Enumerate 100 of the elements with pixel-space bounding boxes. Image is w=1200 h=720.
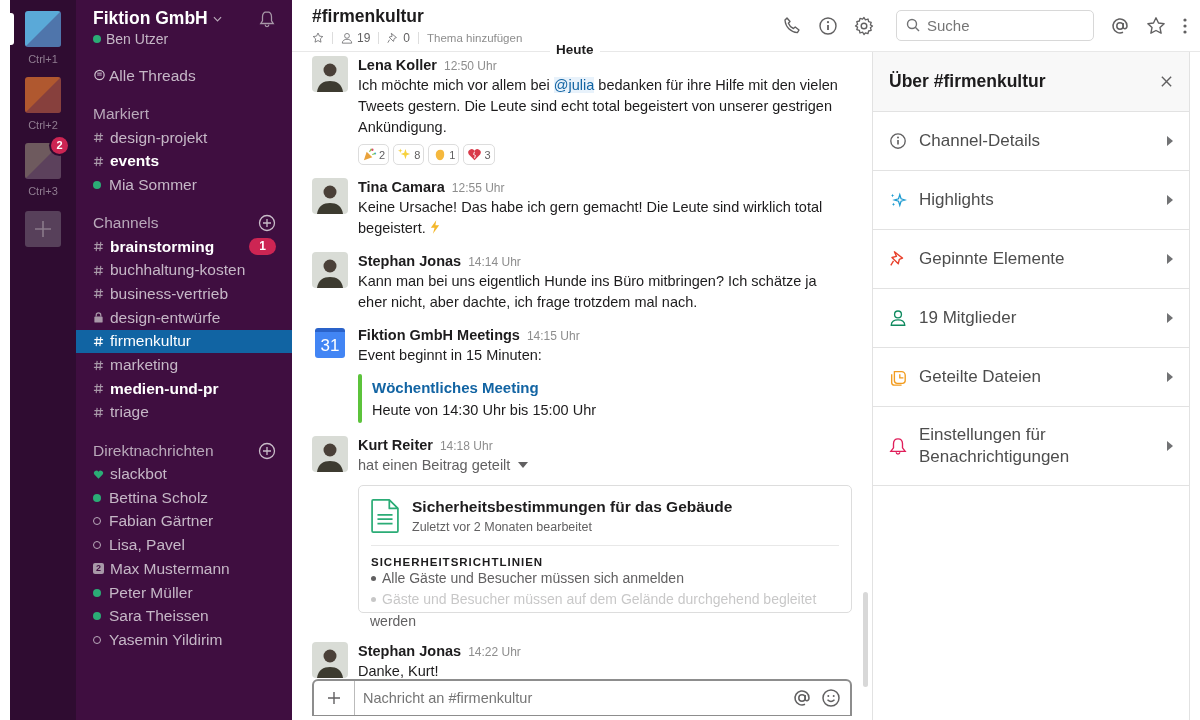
pin-count[interactable]: 0 bbox=[403, 31, 411, 45]
author-name[interactable]: Lena Koller bbox=[358, 56, 437, 74]
shortcut-label: Ctrl+1 bbox=[28, 53, 58, 65]
close-icon[interactable] bbox=[1160, 75, 1173, 88]
hash-icon bbox=[93, 241, 104, 253]
unread-badge: 2 bbox=[51, 137, 68, 154]
reaction-button[interactable]: 2 bbox=[358, 144, 390, 165]
chevron-icon bbox=[212, 15, 222, 22]
sidebar-item[interactable]: Fabian Gärtner bbox=[76, 509, 292, 534]
shortcut-label: Ctrl+2 bbox=[28, 119, 58, 131]
member-count[interactable]: 19 bbox=[357, 31, 371, 45]
avatar[interactable] bbox=[312, 178, 348, 214]
author-name[interactable]: Stephan Jonas bbox=[358, 642, 462, 660]
emoji-icon[interactable] bbox=[821, 688, 841, 708]
sparkles-icon bbox=[889, 191, 907, 209]
avatar[interactable] bbox=[312, 642, 348, 678]
timestamp[interactable]: 12:50 Uhr bbox=[443, 57, 497, 75]
topic-link[interactable]: Thema hinzufügen bbox=[427, 32, 523, 44]
member-icon bbox=[341, 32, 353, 44]
scrollbar[interactable] bbox=[863, 592, 868, 687]
panel-item[interactable]: Channel-Details bbox=[873, 112, 1189, 171]
sidebar-item[interactable]: Peter Müller bbox=[76, 580, 292, 605]
hash-icon bbox=[93, 359, 104, 371]
author-name[interactable]: Fiktion GmbH Meetings bbox=[358, 326, 520, 344]
add-icon[interactable] bbox=[258, 441, 276, 460]
sidebar-item[interactable]: triage bbox=[76, 400, 292, 425]
settings-icon[interactable] bbox=[854, 15, 874, 36]
timestamp[interactable]: 14:15 Uhr bbox=[526, 327, 580, 345]
post-subtitle: Zuletzt vor 2 Monaten bearbeitet bbox=[412, 520, 593, 534]
unread-badge: 1 bbox=[249, 238, 276, 256]
reaction-button[interactable]: 1 bbox=[428, 144, 460, 165]
threads-icon bbox=[93, 69, 106, 83]
post-card[interactable] bbox=[358, 485, 852, 613]
event-link[interactable]: Wöchentliches Meeting bbox=[372, 374, 597, 400]
calendar-icon[interactable]: 31 bbox=[315, 328, 345, 358]
lock-icon bbox=[93, 312, 104, 324]
section-title[interactable]: Channels bbox=[93, 214, 159, 233]
mention-icon[interactable] bbox=[792, 688, 812, 708]
message-text: Danke, Kurt! bbox=[358, 662, 440, 679]
sidebar-item[interactable]: Yasemin Yildirim bbox=[76, 628, 292, 652]
sidebar-item[interactable]: Lisa, Pavel bbox=[76, 533, 292, 557]
sidebar-item[interactable]: design-projekt bbox=[76, 125, 292, 150]
search-field[interactable]: Suche bbox=[896, 10, 1094, 41]
sidebar-item[interactable]: buchhaltung-kosten bbox=[76, 258, 292, 283]
reaction-button[interactable]: 3 bbox=[463, 144, 495, 165]
lightning-icon bbox=[429, 220, 440, 234]
phone-icon[interactable] bbox=[782, 15, 802, 36]
user-name: Ben Utzer bbox=[106, 31, 169, 47]
message-composer[interactable]: Nachricht an #firmenkultur bbox=[312, 679, 852, 716]
party-popper-icon bbox=[362, 147, 377, 162]
timestamp[interactable]: 14:22 Uhr bbox=[468, 643, 521, 661]
group-count-icon: 2 bbox=[93, 563, 104, 575]
threads-item[interactable]: Alle Threads bbox=[76, 64, 292, 88]
panel-item[interactable]: Einstellungen für Benachrichtigungen bbox=[873, 407, 1189, 486]
avatar[interactable] bbox=[312, 56, 348, 92]
mention-icon[interactable] bbox=[1110, 15, 1130, 36]
sidebar-item[interactable]: slackbot bbox=[76, 462, 292, 486]
add-icon[interactable] bbox=[258, 214, 276, 233]
workspace-name[interactable]: Fiktion GmbH bbox=[93, 8, 208, 29]
sidebar-item[interactable]: design-entwürfe bbox=[76, 305, 292, 330]
notifications-icon[interactable] bbox=[258, 9, 276, 28]
timestamp[interactable]: 14:18 Uhr bbox=[439, 437, 493, 455]
star-icon[interactable] bbox=[312, 32, 324, 44]
section-title[interactable]: Direktnachrichten bbox=[93, 441, 214, 460]
post-text: werden bbox=[369, 613, 417, 629]
star-icon[interactable] bbox=[1146, 15, 1166, 36]
sidebar-item[interactable]: 2 Max Mustermann bbox=[76, 557, 292, 581]
sidebar-item[interactable]: firmenkultur bbox=[76, 329, 292, 354]
reaction-button[interactable]: 8 bbox=[393, 144, 425, 165]
sidebar-item[interactable]: brainstorming 1 bbox=[76, 234, 292, 259]
panel-item[interactable]: Geteilte Dateien bbox=[873, 348, 1189, 407]
author-name[interactable]: Kurt Reiter bbox=[358, 436, 433, 454]
sidebar-item[interactable]: Bettina Scholz bbox=[76, 485, 292, 510]
post-heading: SICHERHEITSRICHTLINIEN bbox=[371, 556, 545, 568]
bullet-icon bbox=[371, 576, 376, 581]
section-title[interactable]: Markiert bbox=[93, 105, 149, 124]
sidebar-item[interactable]: medien-und-pr bbox=[76, 376, 292, 401]
sidebar-item[interactable]: events bbox=[76, 149, 292, 174]
hash-icon bbox=[93, 335, 104, 347]
caret-icon[interactable] bbox=[518, 462, 529, 468]
panel-item[interactable]: 19 Mitglieder bbox=[873, 289, 1189, 348]
sidebar-item[interactable]: business-vertrieb bbox=[76, 282, 292, 306]
info-icon[interactable] bbox=[818, 15, 838, 36]
author-name[interactable]: Stephan Jonas bbox=[358, 252, 462, 270]
panel-item[interactable]: Highlights bbox=[873, 171, 1189, 230]
avatar[interactable] bbox=[312, 436, 348, 472]
sidebar-item[interactable]: Sara Theissen bbox=[76, 604, 292, 629]
message-text: Event beginnt in 15 Minuten: bbox=[358, 346, 543, 365]
workspace-icon[interactable] bbox=[25, 143, 61, 179]
mention-link[interactable]: @julia bbox=[553, 77, 595, 93]
author-name[interactable]: Tina Camara bbox=[358, 178, 445, 196]
caret-icon bbox=[1167, 195, 1173, 205]
message-text: Keine Ursache! Das habe ich gern gemacht! Die Leute sind wirklich total begeistert. bbox=[358, 198, 824, 238]
timestamp[interactable]: 14:14 Uhr bbox=[468, 253, 521, 271]
panel-item[interactable]: Gepinnte Elemente bbox=[873, 230, 1189, 289]
heart-icon bbox=[467, 147, 483, 162]
message-field[interactable]: Nachricht an #firmenkultur bbox=[355, 689, 792, 707]
sidebar-item[interactable]: Mia Sommer bbox=[76, 173, 292, 197]
sidebar-item[interactable]: marketing bbox=[76, 353, 292, 377]
avatar[interactable] bbox=[312, 252, 348, 288]
